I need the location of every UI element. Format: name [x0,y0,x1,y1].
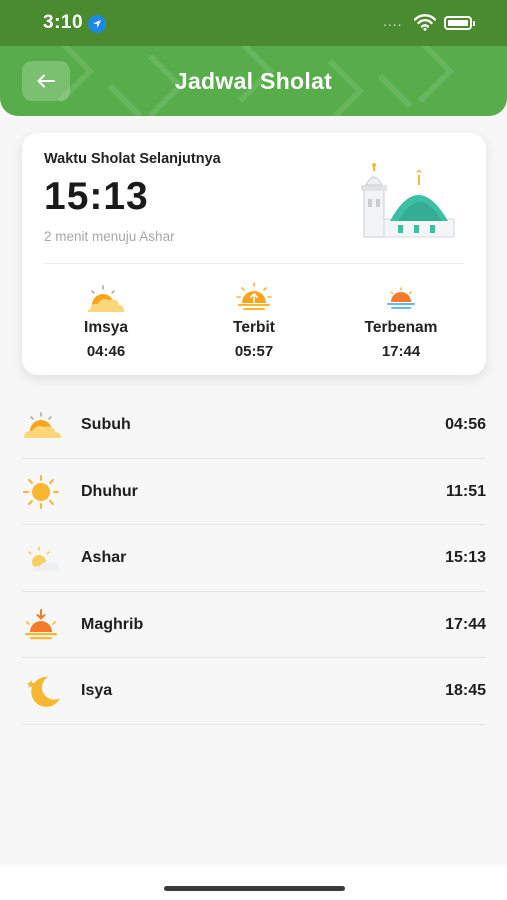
page-title: Jadwal Sholat [174,68,333,94]
prayer-row-ashar[interactable]: Ashar 15:13 [22,525,486,592]
signal-icon: .... [383,13,403,29]
afternoon-icon [28,546,59,571]
prayer-row-dhuhur[interactable]: Dhuhur 11:51 [22,459,486,525]
mosque-icon [361,163,455,238]
sun-event-name: Terbenam [364,319,438,336]
wifi-icon [414,14,436,31]
prayer-time: 15:13 [445,549,486,566]
cloud-sun-icon [88,285,124,312]
next-prayer-label: Waktu Sholat Selanjutnya [44,151,221,167]
prayer-row-subuh[interactable]: Subuh 04:56 [22,392,486,459]
prayer-name: Maghrib [81,615,144,633]
prayer-time: 04:56 [445,416,486,433]
sun-event-time: 04:46 [86,343,126,360]
prayer-name: Isya [81,682,113,699]
sun-event-imsya: Imsya 04:46 [41,279,171,360]
status-bar: 3:10 .... [0,0,507,46]
prayer-name: Dhuhur [81,482,138,500]
sun-event-name: Terbit [233,319,275,336]
status-time: 3:10 [43,12,84,33]
sun-event-terbit: Terbit 05:57 [189,279,319,360]
prayer-list: Subuh 04:56 Dhuhur 11:51 Ashar 15:13 Mag… [22,392,486,725]
battery-icon [444,16,475,30]
dawn-icon [24,412,61,438]
sun-icon [23,474,59,509]
prayer-time: 11:51 [445,482,486,500]
moon-icon [26,676,60,707]
prayer-row-maghrib[interactable]: Maghrib 17:44 [22,592,486,658]
prayer-row-isya[interactable]: Isya 18:45 [22,658,486,725]
sunrise-icon [236,282,272,310]
sun-event-time: 05:57 [234,343,274,360]
prayer-name: Ashar [81,549,127,566]
prayer-name: Subuh [81,416,131,433]
sun-event-name: Imsya [84,319,128,336]
next-prayer-time: 15:13 [44,175,149,218]
sunset-icon [387,287,415,309]
next-prayer-card: Waktu Sholat Selanjutnya 15:13 2 menit m… [22,133,486,375]
prayer-time: 17:44 [445,615,486,633]
card-divider [44,263,464,264]
countdown-text: 2 menit menuju Ashar [44,229,175,244]
sunset-icon [25,608,57,639]
prayer-time: 18:45 [445,682,486,699]
app-header: Jadwal Sholat [0,46,507,116]
home-indicator[interactable] [164,886,345,891]
sun-event-terbenam: Terbenam 17:44 [336,279,466,360]
bottom-safe-area [0,866,507,900]
location-arrow-icon [88,15,106,33]
sun-event-time: 17:44 [381,343,421,360]
